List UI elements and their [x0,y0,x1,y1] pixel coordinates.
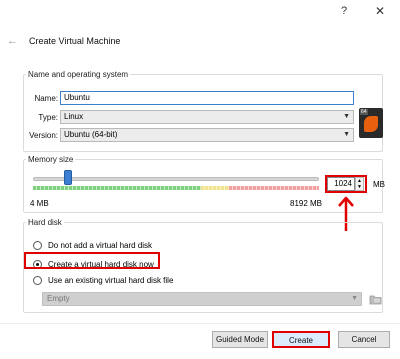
memory-unit-label: MB [373,180,385,189]
radio-highlight-box [24,252,160,269]
radio-button[interactable] [33,241,42,250]
radio-button[interactable] [33,276,42,285]
memory-scale [33,186,319,190]
memory-slider-thumb[interactable] [64,170,72,185]
name-os-legend: Name and operating system [28,70,129,79]
memory-legend: Memory size [28,155,74,164]
hard-disk-legend: Hard disk [28,218,62,227]
name-label: Name: [34,94,58,103]
type-combo[interactable]: Linux ▼ [60,110,354,124]
chevron-down-icon: ▼ [343,131,350,138]
radio-label: Do not add a virtual hard disk [48,241,153,250]
memory-slider-track[interactable] [33,177,319,181]
os-icon-mark [364,116,378,132]
close-button[interactable]: ✕ [375,4,385,18]
os-icon-badge: 64 [360,109,368,115]
cancel-button[interactable]: Cancel [338,331,390,348]
radio-label: Use an existing virtual hard disk file [48,276,174,285]
version-combo[interactable]: Ubuntu (64-bit) ▼ [60,128,354,142]
chevron-down-icon: ▼ [351,295,358,302]
memory-min-label: 4 MB [30,199,49,208]
type-value: Linux [64,112,84,121]
memory-scale-warning [201,186,229,190]
memory-scale-danger [229,186,319,190]
memory-highlight-box [325,175,367,193]
type-label: Type: [38,113,58,122]
create-button[interactable]: Create [272,331,330,348]
name-input[interactable]: Ubuntu [60,91,354,105]
memory-max-label: 8192 MB [290,199,323,208]
disk-combo-value: Empty [47,294,70,303]
footer-divider [0,323,400,324]
radio-no-disk[interactable]: Do not add a virtual hard disk [33,241,152,250]
radio-existing-disk[interactable]: Use an existing virtual hard disk file [33,276,173,285]
memory-scale-safe [33,186,201,190]
version-value: Ubuntu (64-bit) [64,130,118,139]
dialog-title: Create Virtual Machine [29,36,121,46]
folder-icon [369,295,382,305]
version-label: Version: [29,131,58,140]
guided-mode-button[interactable]: Guided Mode [212,331,268,348]
help-button[interactable]: ? [341,4,347,18]
chevron-down-icon: ▼ [343,113,350,120]
back-arrow-icon[interactable]: ← [7,35,18,47]
existing-disk-combo: Empty ▼ [42,292,362,306]
ubuntu-os-icon: 64 [359,108,383,138]
